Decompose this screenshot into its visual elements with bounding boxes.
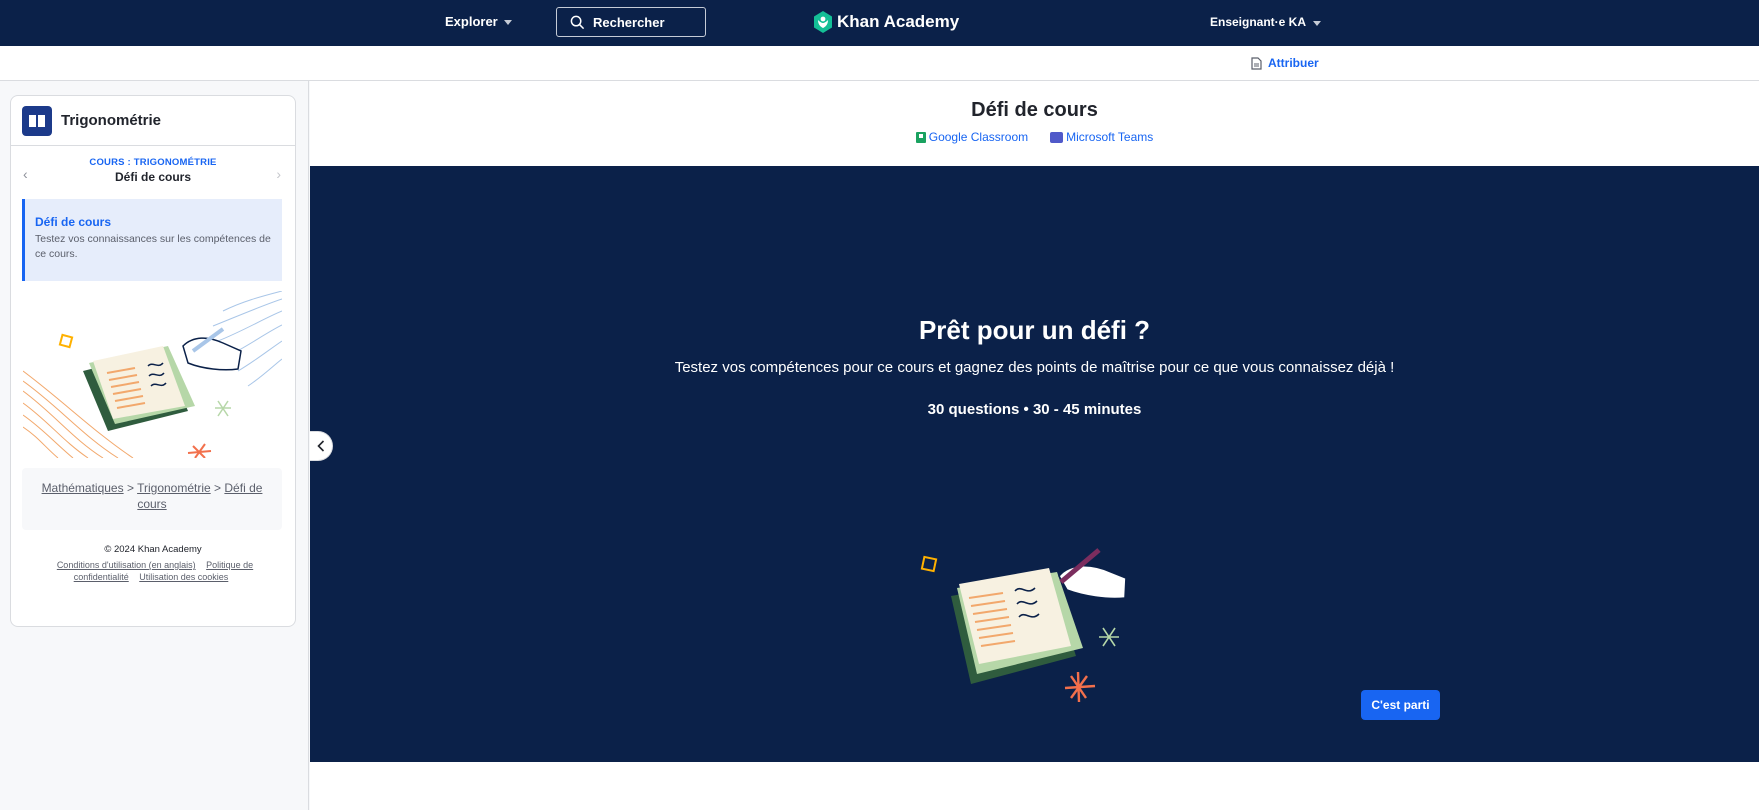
explore-label: Explorer bbox=[445, 14, 498, 29]
khan-academy-logo[interactable]: Khan Academy bbox=[813, 11, 959, 33]
microsoft-teams-link[interactable]: Microsoft Teams bbox=[1050, 130, 1153, 144]
copyright: © 2024 Khan Academy bbox=[104, 544, 202, 555]
account-label: Enseignant·e KA bbox=[1210, 15, 1307, 29]
explore-menu[interactable]: Explorer bbox=[445, 14, 512, 29]
sidebar-item-course-challenge[interactable]: Défi de cours Testez vos connaissances s… bbox=[22, 199, 282, 281]
footer-links: Conditions d'utilisation (en anglais) Po… bbox=[41, 559, 265, 583]
course-title: Trigonométrie bbox=[61, 112, 162, 129]
share-links: Google Classroom Microsoft Teams bbox=[310, 130, 1759, 144]
google-classroom-icon bbox=[915, 131, 926, 143]
sub-header: Attribuer bbox=[0, 46, 1759, 81]
microsoft-teams-label: Microsoft Teams bbox=[1066, 130, 1154, 144]
account-menu[interactable]: Enseignant·e KA bbox=[1210, 15, 1322, 29]
hero-meta: 30 questions • 30 - 45 minutes bbox=[927, 401, 1142, 418]
brand-name: Khan Academy bbox=[837, 12, 960, 31]
main-content: Défi de cours Google Classroom Microsoft… bbox=[310, 81, 1759, 810]
cookies-link[interactable]: Utilisation des cookies bbox=[139, 572, 228, 582]
unit-navigator: ‹ COURS : TRIGONOMÉTRIE Défi de cours › bbox=[11, 146, 295, 192]
microsoft-teams-icon bbox=[1050, 131, 1064, 143]
breadcrumb: Mathématiques > Trigonométrie > Défi de … bbox=[22, 468, 282, 530]
bottom-bar bbox=[310, 762, 1759, 810]
search-placeholder: Rechercher bbox=[593, 14, 665, 30]
course-card: Trigonométrie ‹ COURS : TRIGONOMÉTRIE Dé… bbox=[10, 95, 296, 627]
chevron-left-icon bbox=[317, 440, 325, 452]
sidebar-item-description: Testez vos connaissances sur les compéte… bbox=[35, 233, 271, 260]
search-icon bbox=[570, 15, 585, 29]
challenge-hero: Prêt pour un défi ? Testez vos compétenc… bbox=[310, 166, 1759, 762]
assign-label: Attribuer bbox=[1268, 56, 1319, 70]
top-nav: Explorer Rechercher Khan Academy Enseign… bbox=[0, 0, 1759, 46]
breadcrumb-separator: > bbox=[214, 481, 222, 495]
chevron-right-icon[interactable]: › bbox=[276, 166, 281, 182]
notebook-illustration bbox=[920, 548, 1127, 703]
search-input[interactable]: Rechercher bbox=[556, 7, 706, 37]
sidebar: Trigonométrie ‹ COURS : TRIGONOMÉTRIE Dé… bbox=[0, 81, 309, 810]
document-icon bbox=[1251, 56, 1262, 70]
breadcrumb-link-math[interactable]: Mathématiques bbox=[42, 481, 124, 495]
unit-name: Défi de cours bbox=[114, 170, 192, 184]
hero-title: Prêt pour un défi ? bbox=[918, 315, 1151, 345]
breadcrumb-link-trigonometry[interactable]: Trigonométrie bbox=[137, 481, 211, 495]
start-challenge-button[interactable]: C'est parti bbox=[1361, 690, 1440, 720]
breadcrumb-separator: > bbox=[126, 481, 134, 495]
unit-kicker[interactable]: COURS : TRIGONOMÉTRIE bbox=[11, 157, 295, 168]
sidebar-item-title: Défi de cours bbox=[35, 215, 112, 229]
google-classroom-label: Google Classroom bbox=[928, 130, 1029, 144]
course-book-icon bbox=[22, 105, 52, 136]
notebook-illustration bbox=[23, 291, 282, 458]
course-header[interactable]: Trigonométrie bbox=[11, 96, 295, 146]
terms-link[interactable]: Conditions d'utilisation (en anglais) bbox=[57, 560, 196, 570]
khan-logo-icon bbox=[814, 11, 832, 33]
page-title: Défi de cours bbox=[971, 99, 1098, 121]
chevron-down-icon bbox=[1313, 20, 1322, 26]
chevron-down-icon bbox=[503, 20, 512, 25]
hero-subtitle: Testez vos compétences pour ce cours et … bbox=[674, 359, 1395, 376]
google-classroom-link[interactable]: Google Classroom bbox=[915, 130, 1029, 144]
assign-button[interactable]: Attribuer bbox=[1251, 56, 1319, 70]
